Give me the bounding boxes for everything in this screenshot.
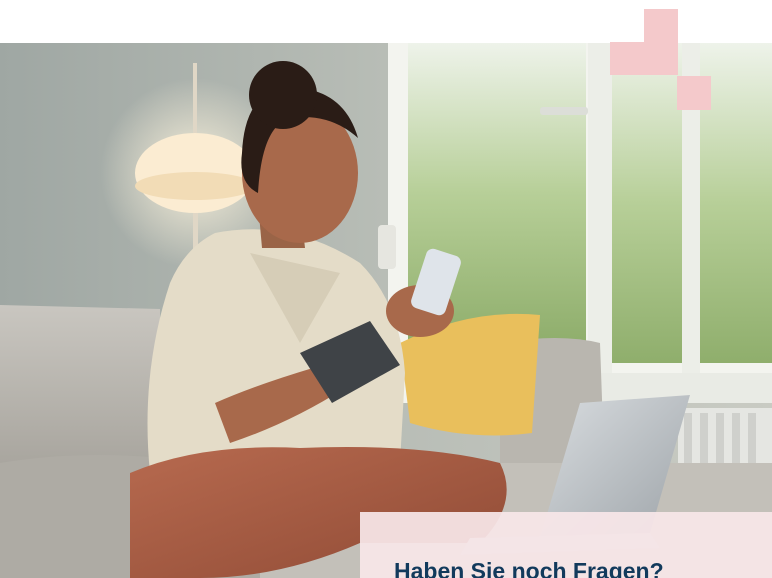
accent-square-small [677, 76, 711, 110]
question-card-title: Haben Sie noch Fragen? [394, 558, 664, 578]
accent-square-top [644, 9, 678, 75]
hero-illustration [0, 43, 772, 578]
question-card: Haben Sie noch Fragen? [360, 512, 772, 578]
hero-photo [0, 43, 772, 578]
